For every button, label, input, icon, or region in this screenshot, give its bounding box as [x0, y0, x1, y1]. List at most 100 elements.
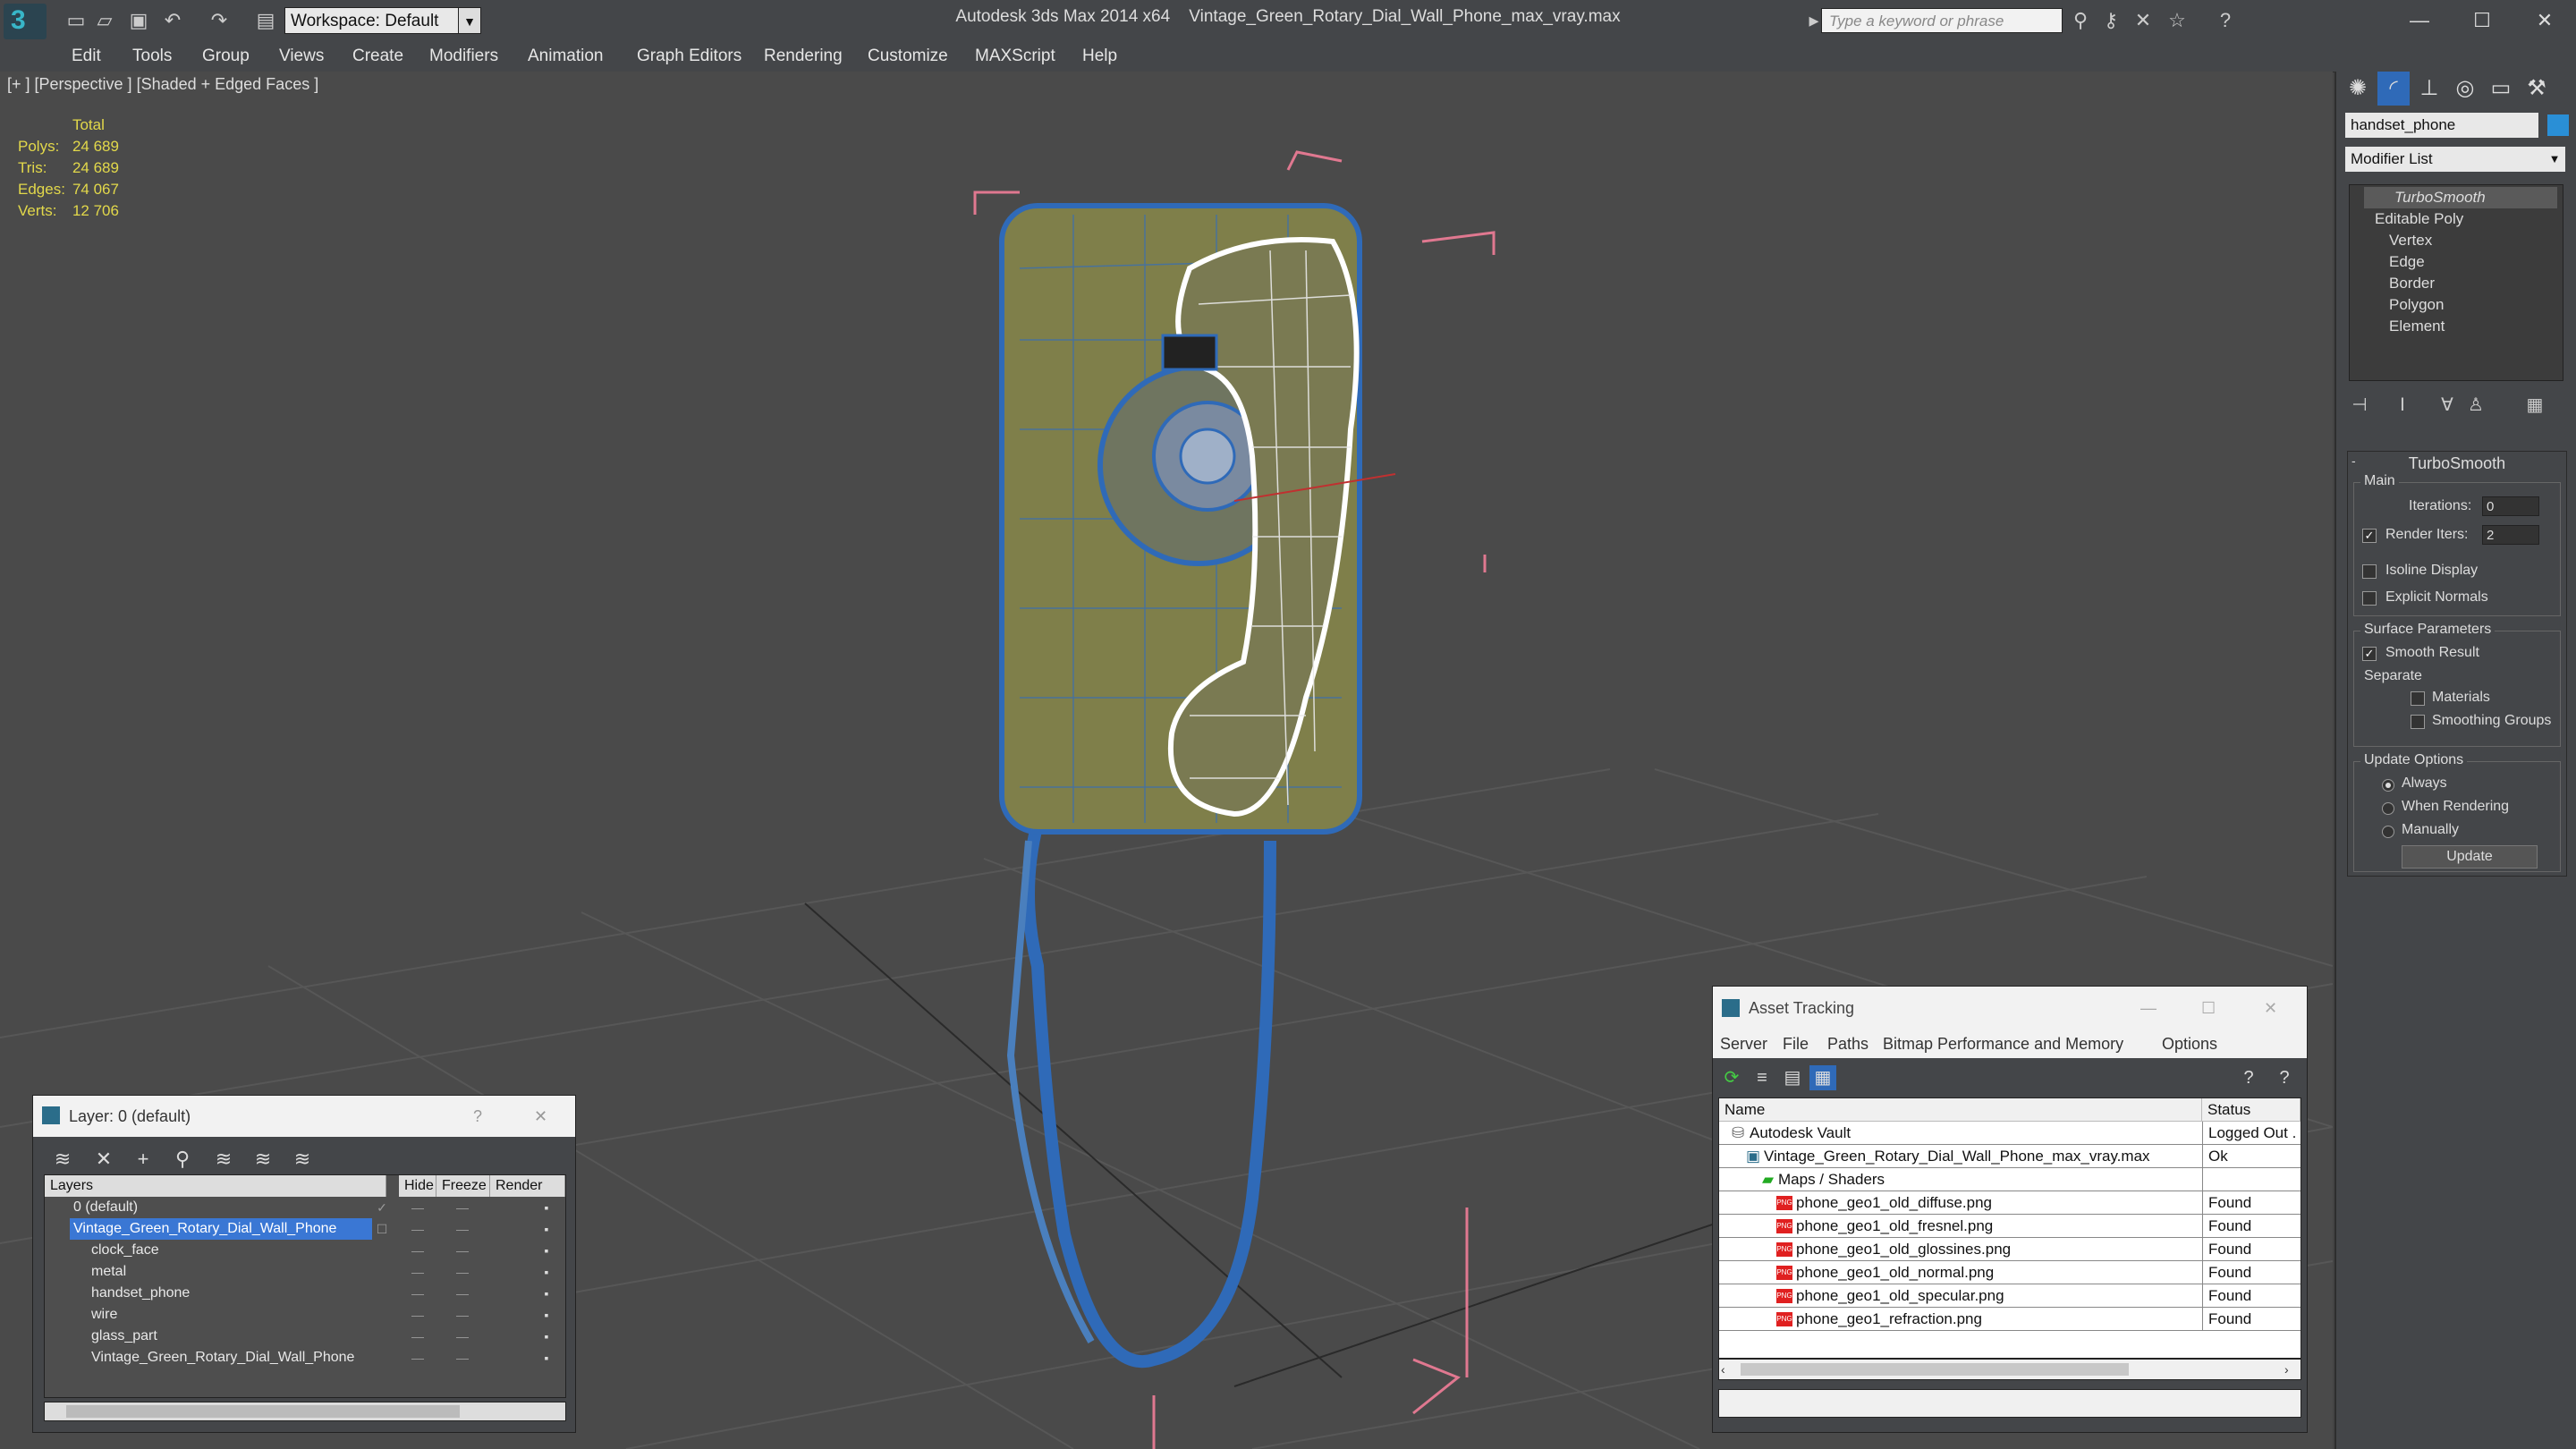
layer-row[interactable]: Vintage_Green_Rotary_Dial_Wall_Phone ☐ —… [45, 1218, 565, 1240]
collapse-icon[interactable]: - [2351, 453, 2356, 468]
asset-name[interactable]: Autodesk Vault [1750, 1122, 1851, 1144]
column-freeze[interactable]: Freeze [436, 1175, 490, 1197]
smooth-result-checkbox[interactable]: ✓ [2362, 647, 2377, 661]
menu-modifiers[interactable]: Modifiers [429, 41, 498, 72]
manually-radio[interactable] [2382, 826, 2394, 838]
motion-icon[interactable]: ◎ [2449, 72, 2481, 106]
table-row[interactable]: PNG phone_geo1_old_specular.png Found [1719, 1284, 2301, 1308]
key-icon[interactable]: ⚷ [2098, 9, 2123, 32]
object-name-field[interactable]: handset_phone [2345, 113, 2538, 138]
active-checkbox[interactable]: ☐ [372, 1218, 392, 1240]
explicit-normals-checkbox[interactable] [2362, 591, 2377, 606]
scroll-thumb[interactable] [1741, 1363, 2129, 1376]
render-toggle-icon[interactable]: ▪ [537, 1197, 556, 1218]
menu-animation[interactable]: Animation [528, 41, 604, 72]
table-row[interactable]: ▣ Vintage_Green_Rotary_Dial_Wall_Phone_m… [1719, 1145, 2301, 1168]
hide-toggle[interactable]: — [408, 1283, 428, 1304]
menu-paths[interactable]: Paths [1827, 1030, 1868, 1058]
pin-stack-icon[interactable]: ⊣ [2345, 392, 2374, 419]
app-logo-button[interactable]: 3 [4, 4, 47, 39]
render-toggle-icon[interactable]: ▪ [537, 1304, 556, 1326]
object-name[interactable]: clock_face [88, 1240, 163, 1261]
stack-item-polygon[interactable]: Polygon [2389, 294, 2444, 316]
asset-name[interactable]: phone_geo1_old_specular.png [1796, 1284, 2004, 1307]
make-unique-icon[interactable]: ∀ [2433, 392, 2462, 419]
save-icon[interactable]: ▣ [127, 9, 150, 32]
object-row[interactable]: Vintage_Green_Rotary_Dial_Wall_Phone — —… [45, 1347, 565, 1368]
freeze-toggle[interactable]: — [453, 1218, 472, 1240]
table-view-icon[interactable]: ▦ [1809, 1065, 1836, 1090]
viewport-label[interactable]: [+ ] [Perspective ] [Shaded + Edged Face… [7, 75, 318, 94]
column-layers[interactable]: Layers [45, 1175, 386, 1197]
object-row[interactable]: metal — — ▪ [45, 1261, 565, 1283]
table-row[interactable]: PNG phone_geo1_refraction.png Found [1719, 1308, 2301, 1331]
new-icon[interactable]: ▭ [64, 9, 88, 32]
select-in-layer-icon[interactable]: ⚲ [165, 1146, 199, 1173]
object-row[interactable]: clock_face — — ▪ [45, 1240, 565, 1261]
freeze-toggle[interactable]: — [453, 1347, 472, 1368]
tree-view-icon[interactable]: ▤ [1779, 1065, 1806, 1090]
layer-name[interactable]: 0 (default) [70, 1197, 141, 1218]
layer-row[interactable]: 0 (default) ✓ — — ▪ [45, 1197, 565, 1218]
render-toggle-icon[interactable]: ▪ [537, 1218, 556, 1240]
workspace-dropdown[interactable]: Workspace: Default [284, 7, 481, 34]
asset-name[interactable]: phone_geo1_refraction.png [1796, 1308, 1982, 1330]
menu-customize[interactable]: Customize [868, 41, 948, 72]
active-check-icon[interactable]: ✓ [372, 1197, 392, 1218]
table-row[interactable]: ⛁ Autodesk Vault Logged Out . [1719, 1122, 2301, 1145]
object-color-swatch[interactable] [2547, 114, 2569, 136]
table-row[interactable]: PNG phone_geo1_old_glossines.png Found [1719, 1238, 2301, 1261]
show-end-result-icon[interactable]: Ⅰ [2388, 392, 2417, 419]
object-row[interactable]: glass_part — — ▪ [45, 1326, 565, 1347]
remove-modifier-icon[interactable]: ♙ [2462, 392, 2490, 419]
column-name[interactable]: Name [1719, 1098, 2202, 1122]
table-row[interactable]: ▰ Maps / Shaders [1719, 1168, 2301, 1191]
configure-sets-icon[interactable]: ▦ [2521, 392, 2549, 419]
asset-name[interactable]: Vintage_Green_Rotary_Dial_Wall_Phone_max… [1764, 1145, 2150, 1167]
hide-toggle[interactable]: — [408, 1197, 428, 1218]
stack-item-editable-poly[interactable]: Editable Poly [2375, 208, 2463, 230]
menu-graph-editors[interactable]: Graph Editors [637, 41, 741, 72]
render-toggle-icon[interactable]: ▪ [537, 1240, 556, 1261]
stack-item-vertex[interactable]: Vertex [2389, 230, 2432, 251]
delete-layer-icon[interactable]: ✕ [87, 1146, 121, 1173]
object-row[interactable]: handset_phone — — ▪ [45, 1283, 565, 1304]
render-iters-checkbox[interactable]: ✓ [2362, 529, 2377, 543]
minimize-button[interactable]: — [2388, 4, 2451, 38]
exchange-icon[interactable]: ✕ [2131, 9, 2156, 32]
scroll-thumb[interactable] [66, 1405, 460, 1418]
freeze-toggle[interactable]: — [453, 1197, 472, 1218]
new-layer-icon[interactable]: ≋ [46, 1146, 80, 1173]
minimize-button[interactable]: — [2140, 987, 2157, 1030]
hide-toggle[interactable]: — [408, 1347, 428, 1368]
close-button[interactable]: ✕ [2264, 987, 2277, 1030]
freeze-toggle[interactable]: — [453, 1283, 472, 1304]
asset-window-titlebar[interactable]: Asset Tracking — ☐ ✕ [1713, 987, 2307, 1030]
menu-tools[interactable]: Tools [132, 41, 172, 72]
hide-all-icon[interactable]: ≋ [246, 1146, 280, 1173]
help-icon[interactable]: ? [2213, 9, 2238, 32]
modify-icon[interactable]: ◜ [2377, 72, 2410, 106]
horizontal-scrollbar[interactable]: ‹ › [1718, 1359, 2301, 1380]
open-icon[interactable]: ▱ [93, 9, 116, 32]
always-radio[interactable] [2382, 779, 2394, 792]
menu-server[interactable]: Server [1720, 1030, 1767, 1058]
hide-toggle[interactable]: — [408, 1326, 428, 1347]
scroll-left-icon[interactable]: ‹ [1721, 1361, 1735, 1377]
render-iters-spinner[interactable]: 2 [2482, 525, 2539, 545]
help-icon[interactable]: ? [2235, 1065, 2262, 1090]
freeze-toggle[interactable]: — [453, 1240, 472, 1261]
menu-bitmap-performance[interactable]: Bitmap Performance and Memory [1883, 1030, 2123, 1058]
asset-name[interactable]: phone_geo1_old_fresnel.png [1796, 1215, 1993, 1237]
menu-group[interactable]: Group [202, 41, 250, 72]
asset-name[interactable]: Maps / Shaders [1778, 1168, 1885, 1191]
hierarchy-icon[interactable]: ⊥ [2413, 72, 2445, 106]
asset-name[interactable]: phone_geo1_old_diffuse.png [1796, 1191, 1992, 1214]
object-name[interactable]: wire [88, 1304, 121, 1326]
refresh-icon[interactable]: ⟳ [1718, 1065, 1745, 1090]
close-button[interactable]: ✕ [2513, 4, 2576, 38]
context-help-icon[interactable]: ? [2271, 1065, 2298, 1090]
display-icon[interactable]: ▭ [2485, 72, 2517, 106]
stack-item-element[interactable]: Element [2389, 316, 2445, 337]
utilities-icon[interactable]: ⚒ [2521, 72, 2553, 106]
